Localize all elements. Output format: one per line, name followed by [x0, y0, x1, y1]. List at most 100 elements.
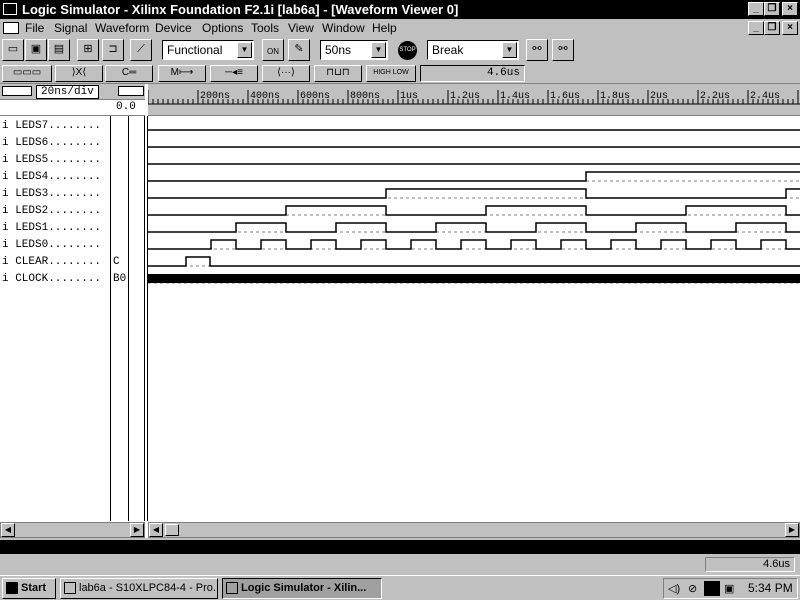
current-time-display: 4.6us [420, 65, 525, 82]
signal-name-leds5[interactable]: i LEDS5........ [2, 152, 110, 169]
menu-help[interactable]: Help [372, 21, 397, 35]
scale-header: 20ns/div [0, 84, 145, 100]
tray-app-icon[interactable] [704, 581, 720, 596]
project-icon [64, 582, 76, 594]
signal-name-leds3[interactable]: i LEDS3........ [2, 186, 110, 203]
close-button[interactable]: × [782, 2, 798, 16]
column-divider [110, 116, 111, 521]
waveform-leds3 [148, 188, 800, 199]
menu-bar: File Signal Waveform Device Options Tool… [0, 19, 800, 37]
ruler-label: 1.6us [550, 91, 580, 102]
step-size-select[interactable]: 50ns ▼ [320, 40, 388, 60]
scroll-right-icon[interactable]: ▶ [785, 523, 799, 537]
bus-icon[interactable]: ⟩X⟨ [55, 65, 103, 82]
ruler-ticks: 200ns 400ns 600ns 800ns 1us 1.2us 1.4us 1.6us 1.… [148, 90, 800, 105]
menu-tools[interactable]: Tools [251, 21, 279, 35]
status-divider [0, 540, 800, 554]
taskbar-item-logic-simulator[interactable]: Logic Simulator - Xilin... [222, 578, 382, 599]
sim-mode-select[interactable]: Functional ▼ [162, 40, 254, 60]
ruler-label: 1.4us [500, 91, 530, 102]
find-next-icon[interactable]: ⚯ [552, 39, 574, 61]
break-mode-select[interactable]: Break ▼ [427, 40, 519, 60]
component-icon[interactable]: ⊞ [77, 39, 99, 61]
menu-options[interactable]: Options [202, 21, 243, 35]
ruler-label: 2us [650, 91, 668, 102]
menu-signal[interactable]: Signal [54, 21, 87, 35]
child-restore-button[interactable]: ❐ [764, 21, 780, 35]
signal-name-leds1[interactable]: i LEDS1........ [2, 220, 110, 237]
start-button[interactable]: Start [2, 578, 56, 599]
speaker-icon[interactable]: ◁) [668, 582, 680, 595]
scale-label[interactable]: 20ns/div [36, 85, 99, 99]
stop-icon[interactable]: STOP [398, 41, 417, 60]
signal-name-leds0[interactable]: i LEDS0........ [2, 237, 110, 254]
waveform-canvas[interactable] [148, 116, 800, 521]
window-title: Logic Simulator - Xilinx Foundation F2.1… [22, 2, 459, 17]
waveform-clear [148, 256, 800, 267]
scroll-left-icon[interactable]: ◀ [1, 523, 15, 537]
menu-view[interactable]: View [288, 21, 314, 35]
align-icon[interactable]: ─◂≡ [210, 65, 258, 82]
stimulator-icon[interactable]: ⊐ [102, 39, 124, 61]
chevron-down-icon[interactable]: ▼ [371, 42, 386, 58]
ruler-label: 1.8us [600, 91, 630, 102]
bus-value-icon[interactable]: ⟨···⟩ [262, 65, 310, 82]
cursor-row: 0.0 [0, 100, 145, 116]
ruler-label: 800ns [350, 91, 380, 102]
main-toolbar: ▭ ▣ ▤ ⊞ ⊐ ⟋ Functional ▼ ON ✎ 50ns ▼ STO… [0, 37, 800, 63]
waveform-leds4 [148, 171, 800, 182]
child-minimize-button[interactable]: _ [748, 21, 764, 35]
document-icon[interactable] [3, 22, 19, 34]
chevron-down-icon[interactable]: ▼ [502, 42, 517, 58]
waveform-add-icon[interactable]: ⟋ [130, 39, 152, 61]
waveform-scrollbar[interactable]: ◀ ▶ [148, 522, 800, 538]
signal-name-leds7[interactable]: i LEDS7........ [2, 118, 110, 135]
app-icon[interactable] [3, 3, 17, 15]
time-ruler[interactable]: 200ns 400ns 600ns 800ns 1us 1.2us 1.4us 1.6us 1.… [148, 84, 800, 116]
ruler-icon [118, 86, 144, 96]
network-icon[interactable]: ⊘ [688, 582, 697, 595]
menu-waveform[interactable]: Waveform [95, 21, 149, 35]
find-previous-icon[interactable]: ⚯ [526, 39, 548, 61]
open-folder-icon[interactable]: ▭ [2, 39, 24, 61]
signal-name-clock[interactable]: i CLOCK........ [2, 271, 110, 288]
signal-name-clear[interactable]: i CLEAR........ [2, 254, 110, 271]
pulse-icon[interactable]: ⊓⊔⊓ [314, 65, 362, 82]
menu-file[interactable]: File [25, 21, 44, 35]
clock-icon[interactable]: C═ [105, 65, 153, 82]
marker-icon[interactable]: M⟼ [158, 65, 206, 82]
child-close-button[interactable]: × [782, 21, 798, 35]
waveform-toolbar: ▭▭▭ ⟩X⟨ C═ M⟼ ─◂≡ ⟨···⟩ ⊓⊔⊓ HIGH LOW 4.6… [0, 63, 800, 83]
menu-device[interactable]: Device [155, 21, 192, 35]
display-icon[interactable]: ▣ [724, 582, 734, 595]
signal-value-clock: B0 [113, 273, 127, 285]
taskbar-item-project[interactable]: lab6a - S10XLPC84-4 - Pro... [60, 578, 218, 599]
high-low-icon[interactable]: HIGH LOW [366, 65, 416, 82]
signal-name-leds2[interactable]: i LEDS2........ [2, 203, 110, 220]
chevron-down-icon[interactable]: ▼ [237, 42, 252, 58]
save-icon[interactable]: ▣ [25, 39, 47, 61]
probe-icon[interactable]: ✎ [288, 39, 310, 61]
ruler-label: 1us [400, 91, 418, 102]
ruler-label: 2.4us [750, 91, 780, 102]
taskbar: Start lab6a - S10XLPC84-4 - Pro... Logic… [0, 575, 800, 600]
restore-button[interactable]: ❐ [764, 2, 780, 16]
title-bar: Logic Simulator - Xilinx Foundation F2.1… [0, 0, 800, 19]
names-scrollbar[interactable]: ◀ ▶ [0, 522, 145, 538]
menu-window[interactable]: Window [322, 21, 365, 35]
minimize-button[interactable]: _ [748, 2, 764, 16]
cursor-time: 0.0 [116, 101, 136, 113]
scroll-left-icon[interactable]: ◀ [149, 523, 163, 537]
signal-name-leds6[interactable]: i LEDS6........ [2, 135, 110, 152]
signal-name-leds4[interactable]: i LEDS4........ [2, 169, 110, 186]
waveform-clock [148, 274, 800, 283]
waveform-leds0 [148, 239, 800, 250]
waveform-leds1 [148, 222, 800, 233]
ruler-icon[interactable]: ▭▭▭ [2, 65, 52, 82]
ruler-label: 2.2us [700, 91, 730, 102]
ruler-label: 600ns [300, 91, 330, 102]
print-icon[interactable]: ▤ [48, 39, 70, 61]
scroll-right-icon[interactable]: ▶ [130, 523, 144, 537]
power-on-icon[interactable]: ON [262, 39, 284, 61]
scroll-thumb[interactable] [165, 524, 179, 536]
